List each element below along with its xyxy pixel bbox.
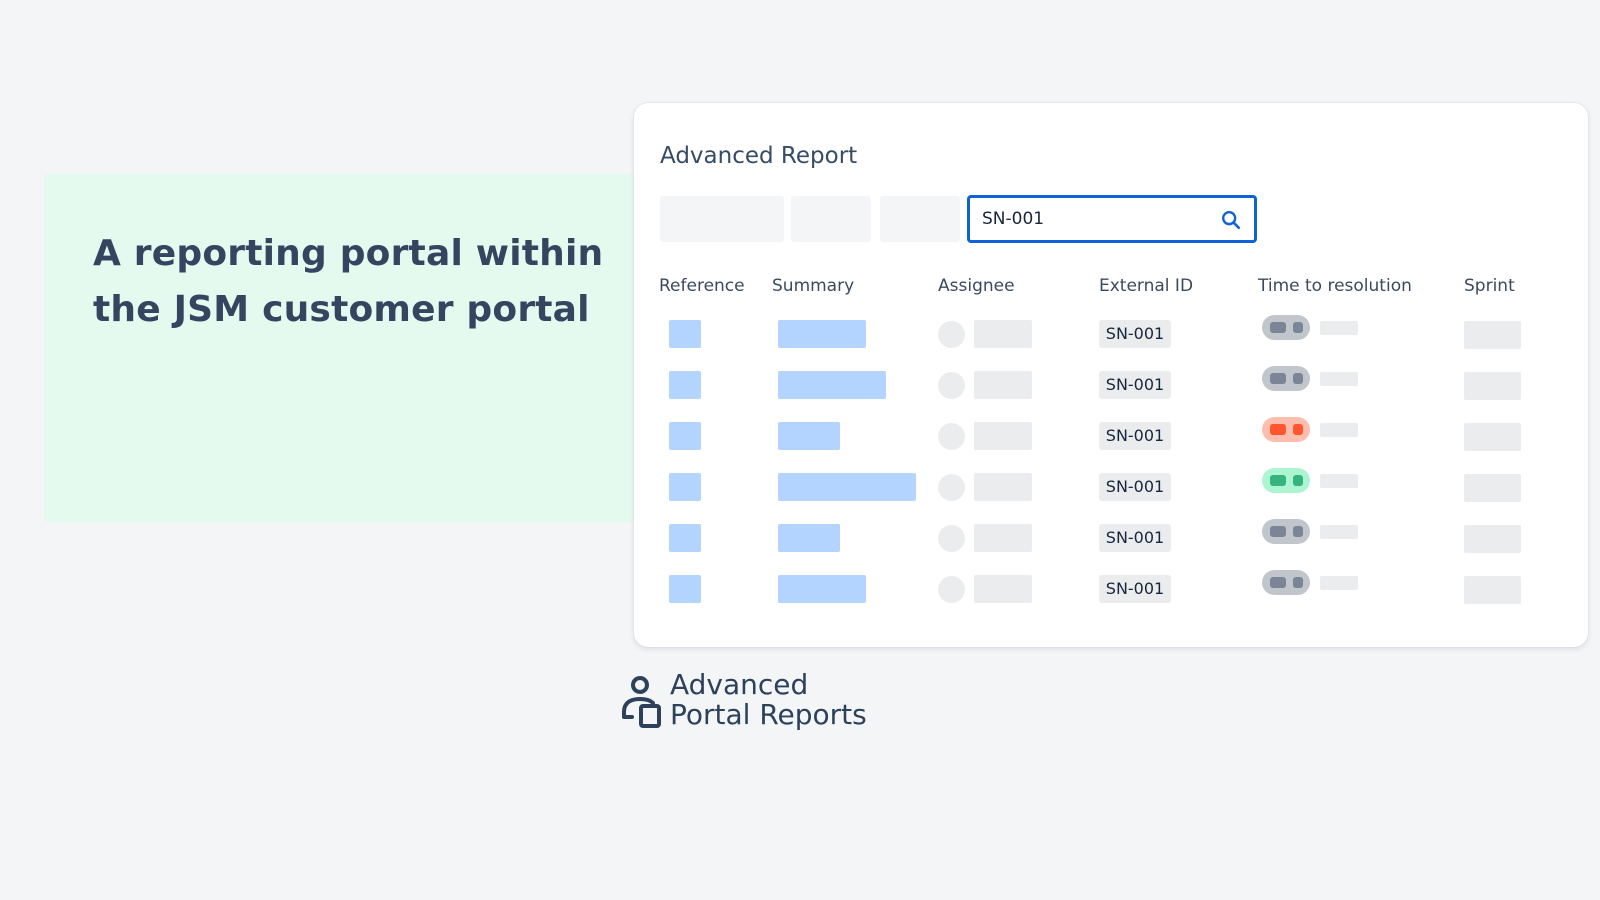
assignee-avatar — [938, 321, 965, 348]
brand-name: Advanced Portal Reports — [670, 670, 867, 730]
report-title: Advanced Report — [660, 143, 858, 169]
filter-dropdown-3[interactable] — [880, 196, 960, 242]
sprint-placeholder — [1464, 321, 1521, 349]
column-header-time-to-resolution[interactable]: Time to resolution — [1258, 276, 1412, 296]
assignee-avatar — [938, 525, 965, 552]
resolution-placeholder — [1320, 576, 1358, 590]
column-header-sprint[interactable]: Sprint — [1464, 276, 1515, 296]
reference-placeholder — [669, 422, 701, 450]
brand-name-line-2: Portal Reports — [670, 698, 867, 731]
summary-placeholder — [778, 422, 840, 450]
summary-placeholder — [778, 320, 866, 348]
hero-headline-line-2: the JSM customer portal — [93, 289, 590, 330]
assignee-placeholder — [974, 524, 1032, 552]
assignee-avatar — [938, 423, 965, 450]
assignee-avatar — [938, 372, 965, 399]
external-id-badge: SN-001 — [1099, 524, 1171, 552]
hero-headline-line-1: A reporting portal within — [93, 233, 604, 274]
resolution-status-pill — [1262, 366, 1310, 391]
filter-dropdown-1[interactable] — [660, 196, 784, 242]
brand-name-line-1: Advanced — [670, 668, 809, 701]
hero-headline: A reporting portal within the JSM custom… — [93, 226, 613, 338]
resolution-status-pill — [1262, 519, 1310, 544]
reference-placeholder — [669, 371, 701, 399]
assignee-avatar — [938, 474, 965, 501]
table-row[interactable]: SN-001 — [634, 365, 1588, 405]
external-id-badge: SN-001 — [1099, 371, 1171, 399]
table-row[interactable]: SN-001 — [634, 569, 1588, 609]
user-on-device-icon — [622, 676, 661, 728]
summary-placeholder — [778, 524, 840, 552]
external-id-badge: SN-001 — [1099, 575, 1171, 603]
brand-logo: Advanced Portal Reports — [620, 670, 867, 740]
resolution-status-pill — [1262, 570, 1310, 595]
sprint-placeholder — [1464, 372, 1521, 400]
resolution-placeholder — [1320, 372, 1358, 386]
external-id-badge: SN-001 — [1099, 422, 1171, 450]
sprint-placeholder — [1464, 423, 1521, 451]
resolution-status-pill — [1262, 468, 1310, 493]
search-box[interactable] — [967, 195, 1257, 243]
resolution-placeholder — [1320, 321, 1358, 335]
report-card: Advanced Report Reference Summary Assign… — [634, 103, 1588, 647]
table-row[interactable]: SN-001 — [634, 416, 1588, 456]
resolution-placeholder — [1320, 474, 1358, 488]
sprint-placeholder — [1464, 474, 1521, 502]
reference-placeholder — [669, 473, 701, 501]
table-row[interactable]: SN-001 — [634, 314, 1588, 354]
assignee-placeholder — [974, 320, 1032, 348]
reference-placeholder — [669, 575, 701, 603]
search-input[interactable] — [982, 206, 1212, 232]
resolution-status-pill — [1262, 315, 1310, 340]
summary-placeholder — [778, 473, 916, 501]
sprint-placeholder — [1464, 525, 1521, 553]
column-header-reference[interactable]: Reference — [659, 276, 745, 296]
assignee-placeholder — [974, 575, 1032, 603]
summary-placeholder — [778, 575, 866, 603]
reference-placeholder — [669, 320, 701, 348]
assignee-placeholder — [974, 473, 1032, 501]
external-id-badge: SN-001 — [1099, 473, 1171, 501]
assignee-placeholder — [974, 371, 1032, 399]
resolution-placeholder — [1320, 525, 1358, 539]
column-header-assignee[interactable]: Assignee — [938, 276, 1015, 296]
resolution-status-pill — [1262, 417, 1310, 442]
page: A reporting portal within the JSM custom… — [0, 0, 1600, 900]
search-icon[interactable] — [1220, 209, 1242, 231]
sprint-placeholder — [1464, 576, 1521, 604]
column-header-external-id[interactable]: External ID — [1099, 276, 1193, 296]
reference-placeholder — [669, 524, 701, 552]
filter-dropdown-2[interactable] — [791, 196, 871, 242]
external-id-badge: SN-001 — [1099, 320, 1171, 348]
summary-placeholder — [778, 371, 886, 399]
resolution-placeholder — [1320, 423, 1358, 437]
table-row[interactable]: SN-001 — [634, 518, 1588, 558]
column-header-summary[interactable]: Summary — [772, 276, 854, 296]
assignee-placeholder — [974, 422, 1032, 450]
assignee-avatar — [938, 576, 965, 603]
table-row[interactable]: SN-001 — [634, 467, 1588, 507]
